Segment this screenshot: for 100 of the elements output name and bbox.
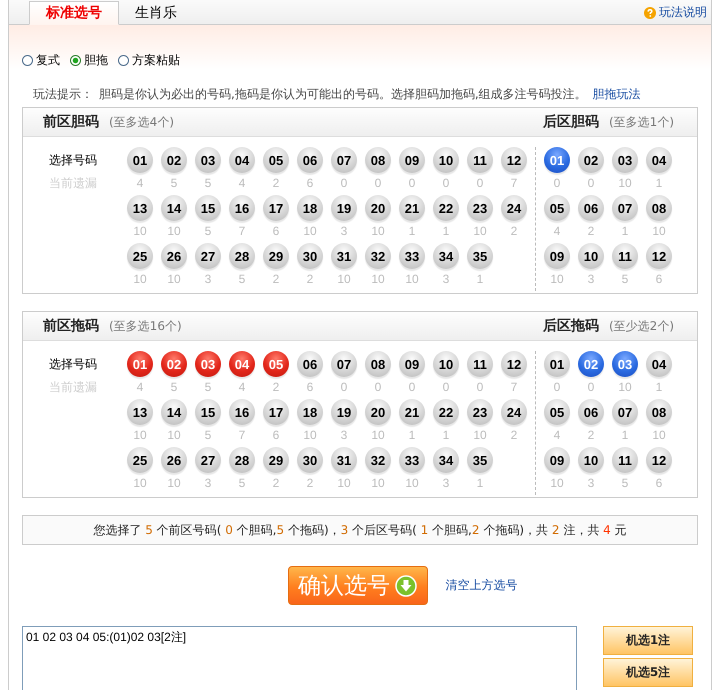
number-ball[interactable]: 08 (365, 147, 391, 173)
number-ball[interactable]: 30 (297, 447, 323, 473)
number-ball[interactable]: 06 (297, 147, 323, 173)
number-ball[interactable]: 12 (501, 351, 527, 377)
number-ball[interactable]: 04 (229, 147, 255, 173)
number-ball[interactable]: 04 (646, 147, 672, 173)
number-ball[interactable]: 12 (646, 243, 672, 269)
number-ball[interactable]: 03 (612, 351, 638, 377)
number-ball[interactable]: 05 (263, 351, 289, 377)
number-ball[interactable]: 35 (467, 447, 493, 473)
number-ball[interactable]: 01 (127, 147, 153, 173)
number-ball[interactable]: 27 (195, 447, 221, 473)
number-ball[interactable]: 08 (646, 195, 672, 221)
number-ball[interactable]: 04 (229, 351, 255, 377)
number-ball[interactable]: 23 (467, 195, 493, 221)
number-ball[interactable]: 31 (331, 243, 357, 269)
number-ball[interactable]: 19 (331, 195, 357, 221)
number-ball[interactable]: 04 (646, 351, 672, 377)
number-ball[interactable]: 29 (263, 447, 289, 473)
number-ball[interactable]: 20 (365, 399, 391, 425)
number-ball[interactable]: 02 (161, 147, 187, 173)
number-ball[interactable]: 21 (399, 399, 425, 425)
number-ball[interactable]: 18 (297, 195, 323, 221)
number-ball[interactable]: 02 (578, 351, 604, 377)
number-ball[interactable]: 25 (127, 447, 153, 473)
number-ball[interactable]: 02 (161, 351, 187, 377)
rules-link[interactable]: 胆拖玩法 (592, 87, 641, 101)
number-ball[interactable]: 06 (297, 351, 323, 377)
number-ball[interactable]: 11 (612, 447, 638, 473)
number-ball[interactable]: 24 (501, 195, 527, 221)
random-pick-button[interactable]: 机选5注 (603, 658, 693, 687)
number-ball[interactable]: 35 (467, 243, 493, 269)
number-ball[interactable]: 14 (161, 195, 187, 221)
number-ball[interactable]: 26 (161, 243, 187, 269)
number-ball[interactable]: 25 (127, 243, 153, 269)
number-ball[interactable]: 03 (195, 351, 221, 377)
number-ball[interactable]: 24 (501, 399, 527, 425)
number-ball[interactable]: 02 (578, 147, 604, 173)
help-link[interactable]: 玩法说明 (644, 4, 711, 24)
number-ball[interactable]: 34 (433, 243, 459, 269)
number-ball[interactable]: 23 (467, 399, 493, 425)
number-ball[interactable]: 16 (229, 399, 255, 425)
number-ball[interactable]: 22 (433, 399, 459, 425)
number-ball[interactable]: 10 (433, 147, 459, 173)
number-ball[interactable]: 19 (331, 399, 357, 425)
number-ball[interactable]: 11 (612, 243, 638, 269)
number-ball[interactable]: 07 (331, 147, 357, 173)
number-ball[interactable]: 27 (195, 243, 221, 269)
number-ball[interactable]: 08 (365, 351, 391, 377)
mode-radio[interactable]: 胆拖 (70, 51, 108, 69)
number-ball[interactable]: 30 (297, 243, 323, 269)
tab[interactable]: 生肖乐 (119, 1, 193, 25)
number-ball[interactable]: 01 (127, 351, 153, 377)
number-ball[interactable]: 05 (263, 147, 289, 173)
number-ball[interactable]: 09 (544, 243, 570, 269)
number-ball[interactable]: 01 (544, 147, 570, 173)
mode-radio[interactable]: 复式 (22, 51, 60, 69)
number-ball[interactable]: 10 (433, 351, 459, 377)
number-ball[interactable]: 10 (578, 447, 604, 473)
number-ball[interactable]: 12 (646, 447, 672, 473)
ticket-field[interactable]: 01 02 03 04 05:(01)02 03[2注] (22, 626, 577, 690)
number-ball[interactable]: 15 (195, 195, 221, 221)
number-ball[interactable]: 29 (263, 243, 289, 269)
number-ball[interactable]: 33 (399, 447, 425, 473)
number-ball[interactable]: 03 (612, 147, 638, 173)
clear-link[interactable]: 清空上方选号 (446, 577, 518, 594)
number-ball[interactable]: 11 (467, 351, 493, 377)
number-ball[interactable]: 34 (433, 447, 459, 473)
number-ball[interactable]: 06 (578, 195, 604, 221)
number-ball[interactable]: 12 (501, 147, 527, 173)
number-ball[interactable]: 32 (365, 447, 391, 473)
number-ball[interactable]: 08 (646, 399, 672, 425)
number-ball[interactable]: 13 (127, 195, 153, 221)
number-ball[interactable]: 17 (263, 399, 289, 425)
mode-radio[interactable]: 方案粘贴 (118, 51, 180, 69)
number-ball[interactable]: 22 (433, 195, 459, 221)
number-ball[interactable]: 09 (544, 447, 570, 473)
number-ball[interactable]: 26 (161, 447, 187, 473)
number-ball[interactable]: 32 (365, 243, 391, 269)
number-ball[interactable]: 15 (195, 399, 221, 425)
number-ball[interactable]: 01 (544, 351, 570, 377)
number-ball[interactable]: 11 (467, 147, 493, 173)
number-ball[interactable]: 31 (331, 447, 357, 473)
number-ball[interactable]: 28 (229, 243, 255, 269)
number-ball[interactable]: 17 (263, 195, 289, 221)
number-ball[interactable]: 06 (578, 399, 604, 425)
number-ball[interactable]: 07 (612, 195, 638, 221)
number-ball[interactable]: 20 (365, 195, 391, 221)
number-ball[interactable]: 14 (161, 399, 187, 425)
number-ball[interactable]: 05 (544, 399, 570, 425)
number-ball[interactable]: 13 (127, 399, 153, 425)
number-ball[interactable]: 07 (612, 399, 638, 425)
random-pick-button[interactable]: 机选1注 (603, 626, 693, 655)
number-ball[interactable]: 28 (229, 447, 255, 473)
tab[interactable]: 标准选号 (29, 1, 119, 25)
number-ball[interactable]: 09 (399, 351, 425, 377)
number-ball[interactable]: 10 (578, 243, 604, 269)
number-ball[interactable]: 21 (399, 195, 425, 221)
number-ball[interactable]: 05 (544, 195, 570, 221)
number-ball[interactable]: 07 (331, 351, 357, 377)
